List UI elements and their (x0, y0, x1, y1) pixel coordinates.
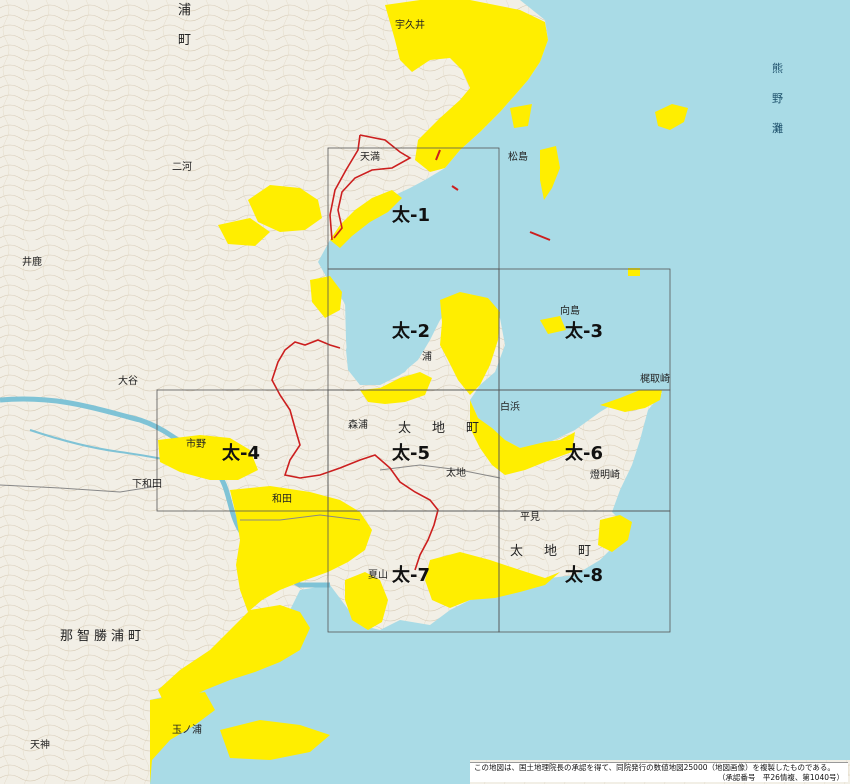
place-tomyozaki: 燈明崎 (590, 468, 620, 481)
grid-label-7: 太-7 (392, 564, 430, 586)
credit-line-2: （承認番号 平26情複、第1040号） (717, 773, 844, 782)
place-tamanoura: 玉ノ浦 (172, 723, 202, 736)
grid-label-2: 太-2 (392, 320, 430, 342)
place-ura-2: 浦 (422, 350, 432, 363)
grid-label-8: 太-8 (565, 564, 603, 586)
place-kumano-1: 熊 (772, 61, 785, 75)
place-mukaijima: 向島 (560, 304, 580, 317)
place-taiji-town-2: 太 地 町 (510, 544, 595, 559)
place-taiji-town: 太 地 町 (398, 421, 483, 436)
hazard-map: 太-1 太-2 太-3 太-4 太-5 太-6 太-7 太-8 浦 町 熊 野 … (0, 0, 850, 784)
grid-label-4: 太-4 (222, 442, 260, 464)
place-nachi: 那智勝浦町 (60, 629, 145, 644)
place-ukui: 宇久井 (395, 18, 425, 31)
map-credit: この地図は、国土地理院長の承認を得て、同院発行の数値地図25000（地図画像）を… (470, 762, 848, 782)
place-machi: 町 (178, 33, 195, 48)
place-otani: 大谷 (118, 374, 138, 387)
place-taiji: 太地 (446, 466, 466, 479)
place-ura: 浦 (178, 3, 195, 18)
place-kumano-3: 灘 (772, 122, 785, 135)
place-tenjin: 天神 (30, 738, 50, 751)
grid-label-6: 太-6 (565, 442, 603, 464)
place-ishika: 井鹿 (22, 255, 42, 268)
credit-line-1: この地図は、国土地理院長の承認を得て、同院発行の数値地図25000（地図画像）を… (474, 763, 835, 772)
place-kumano-2: 野 (772, 92, 785, 105)
grid-label-1: 太-1 (392, 204, 430, 226)
place-shirahama: 白浜 (500, 400, 520, 413)
place-matsushima: 松島 (508, 150, 528, 163)
place-kozagawa: 二河 (172, 161, 192, 173)
place-wada: 和田 (272, 493, 292, 505)
place-hiramiya: 平見 (520, 511, 540, 523)
place-kandorizaki: 梶取崎 (640, 372, 670, 385)
place-shimowada: 下和田 (132, 478, 162, 490)
grid-label-3: 太-3 (565, 320, 603, 342)
place-yuminosato: 夏山 (368, 569, 388, 581)
grid-label-5: 太-5 (392, 442, 430, 464)
place-tenma: 天満 (360, 151, 380, 163)
place-ichino: 市野 (186, 437, 206, 450)
place-moriura: 森浦 (348, 418, 368, 431)
